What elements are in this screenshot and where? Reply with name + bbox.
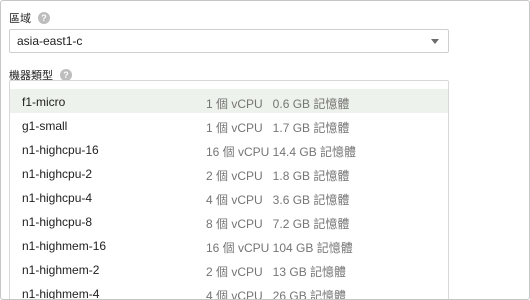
vm-config-panel: 區域 ? asia-east1-c 機器類型 ? f1-micro 1 個 vCP… bbox=[0, 0, 530, 300]
help-circle-icon[interactable]: ? bbox=[38, 12, 50, 24]
machine-type-option[interactable]: f1-micro 1 個 vCPU 0.6 GB 記憶體 bbox=[10, 89, 448, 113]
machine-type-option[interactable]: n1-highmem-2 2 個 vCPU 13 GB 記憶體 bbox=[10, 257, 448, 281]
machine-type-name: n1-highcpu-2 bbox=[22, 167, 93, 181]
machine-type-name: n1-highcpu-4 bbox=[22, 191, 93, 205]
machine-type-spec: 8 個 vCPU 7.2 GB 記憶體 bbox=[206, 217, 350, 231]
machine-type-name: n1-highmem-2 bbox=[22, 263, 100, 277]
machine-type-option[interactable]: n1-highcpu-16 16 個 vCPU 14.4 GB 記憶體 bbox=[10, 137, 448, 161]
machine-type-list[interactable]: f1-micro 1 個 vCPU 0.6 GB 記憶體 g1-small 1 個 v… bbox=[9, 80, 449, 300]
region-select[interactable]: asia-east1-c bbox=[9, 29, 449, 53]
machine-type-name: f1-micro bbox=[22, 95, 66, 109]
machine-type-name: g1-small bbox=[22, 119, 68, 133]
machine-type-spec: 16 個 vCPU 14.4 GB 記憶體 bbox=[206, 145, 357, 159]
machine-type-option[interactable]: g1-small 1 個 vCPU 1.7 GB 記憶體 bbox=[10, 113, 448, 137]
machine-type-spec: 2 個 vCPU 13 GB 記憶體 bbox=[206, 265, 347, 279]
machine-type-spec: 1 個 vCPU 1.7 GB 記憶體 bbox=[206, 121, 350, 135]
machine-type-option[interactable]: n1-highcpu-8 8 個 vCPU 7.2 GB 記憶體 bbox=[10, 209, 448, 233]
machine-type-spec: 4 個 vCPU 3.6 GB 記憶體 bbox=[206, 193, 350, 207]
region-label-row: 區域 ? bbox=[9, 10, 50, 26]
machine-type-spec: 16 個 vCPU 104 GB 記憶體 bbox=[206, 241, 353, 255]
machine-type-name: n1-highmem-4 bbox=[22, 287, 100, 300]
machine-type-name: n1-highmem-16 bbox=[22, 239, 107, 253]
machine-type-option[interactable]: n1-highmem-4 4 個 vCPU 26 GB 記憶體 bbox=[10, 281, 448, 300]
machine-type-option[interactable]: n1-highmem-16 16 個 vCPU 104 GB 記憶體 bbox=[10, 233, 448, 257]
region-select-value: asia-east1-c bbox=[17, 34, 83, 48]
machine-type-spec: 4 個 vCPU 26 GB 記憶體 bbox=[206, 289, 347, 300]
caret-down-icon bbox=[431, 39, 439, 44]
region-label: 區域 bbox=[9, 13, 31, 25]
machine-type-spec: 1 個 vCPU 0.6 GB 記憶體 bbox=[206, 97, 350, 111]
machine-type-option[interactable]: n1-highcpu-4 4 個 vCPU 3.6 GB 記憶體 bbox=[10, 185, 448, 209]
machine-type-name: n1-highcpu-8 bbox=[22, 215, 93, 229]
machine-type-spec: 2 個 vCPU 1.8 GB 記憶體 bbox=[206, 169, 350, 183]
machine-type-name: n1-highcpu-16 bbox=[22, 143, 99, 157]
machine-type-option[interactable]: n1-highcpu-2 2 個 vCPU 1.8 GB 記憶體 bbox=[10, 161, 448, 185]
